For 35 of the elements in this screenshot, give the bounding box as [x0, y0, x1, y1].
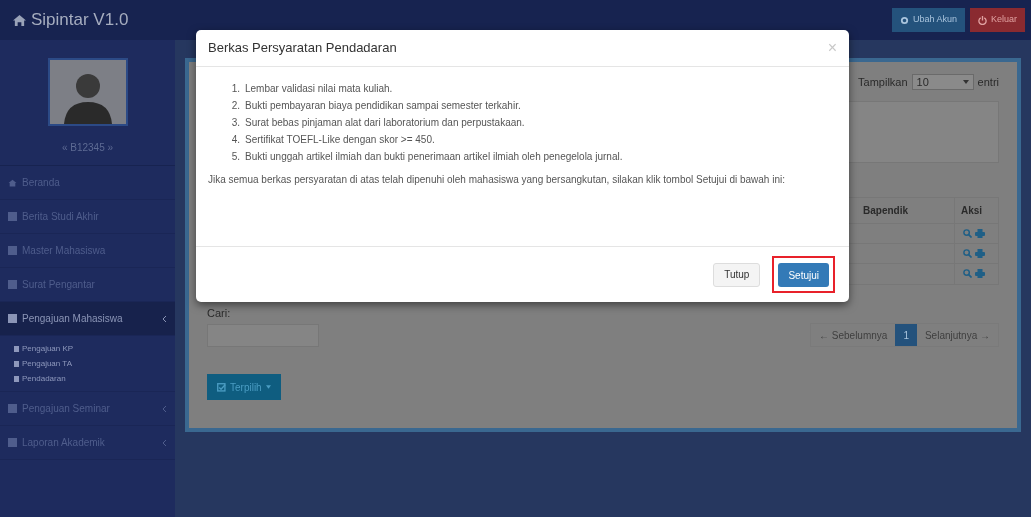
requirement-item: 1. Lembar validasi nilai mata kuliah.: [230, 82, 394, 96]
power-icon: [978, 15, 987, 25]
next-page-link[interactable]: Selanjutnya →: [916, 324, 998, 346]
home-icon: [12, 13, 27, 27]
caret-icon: [265, 385, 271, 389]
requirement-item: 3. Surat bebas pinjaman alat dari laboratorium dan perpustakaan.: [230, 116, 526, 130]
home-icon: [8, 178, 17, 187]
requirement-item: 4. Sertifikat TOEFL-Like dengan skor >= 450.: [230, 133, 436, 147]
search-icon[interactable]: [963, 228, 972, 238]
search-icon[interactable]: [963, 248, 972, 258]
selected-action-button[interactable]: Terpilih: [207, 374, 281, 400]
checkbox-icon: [217, 382, 226, 392]
search-label: Cari:: [207, 305, 232, 321]
submenu-item[interactable]: Pengajuan TA: [0, 357, 175, 370]
requirement-item: 5. Bukti unggah artikel ilmiah dan bukti penerimaan artikel ilmiah oleh penegelola jurnal.: [230, 150, 624, 164]
search-icon[interactable]: [963, 269, 972, 278]
caret-icon: [962, 80, 969, 85]
previous-page-link[interactable]: ← Sebelumnya: [811, 324, 896, 346]
approval-instruction: Jika semua berkas persyaratan di atas telah dipenuhi oleh mahasiswa yang bersangkutan, silakan klik tombol Setujui di bawah ini:: [208, 173, 786, 187]
logout-button[interactable]: Keluar: [970, 8, 1025, 32]
approve-button[interactable]: Setujui: [778, 263, 829, 288]
length-label: Tampilkan: [858, 75, 908, 90]
submenu-item[interactable]: Pendadaran: [0, 372, 175, 385]
close-dialog-button[interactable]: Tutup: [713, 262, 761, 287]
requirement-item: 2. Bukti pembayaran biaya pendidikan sampai semester terkahir.: [230, 99, 522, 113]
length-select[interactable]: 10: [911, 74, 974, 91]
user-id: « B12345 »: [61, 141, 114, 155]
page-link[interactable]: 1: [895, 324, 917, 346]
modal-title: Berkas Persyaratan Pendadaran: [208, 39, 397, 58]
submenu-item[interactable]: Pengajuan KP: [0, 342, 175, 355]
account-button[interactable]: Ubah Akun: [891, 8, 965, 32]
column-header[interactable]: Aksi: [954, 197, 998, 223]
sidebar-item[interactable]: Pengajuan Mahasiswa: [0, 302, 175, 336]
length-suffix: entri: [977, 75, 999, 90]
app-title: Sipintar V1.0: [31, 9, 129, 32]
